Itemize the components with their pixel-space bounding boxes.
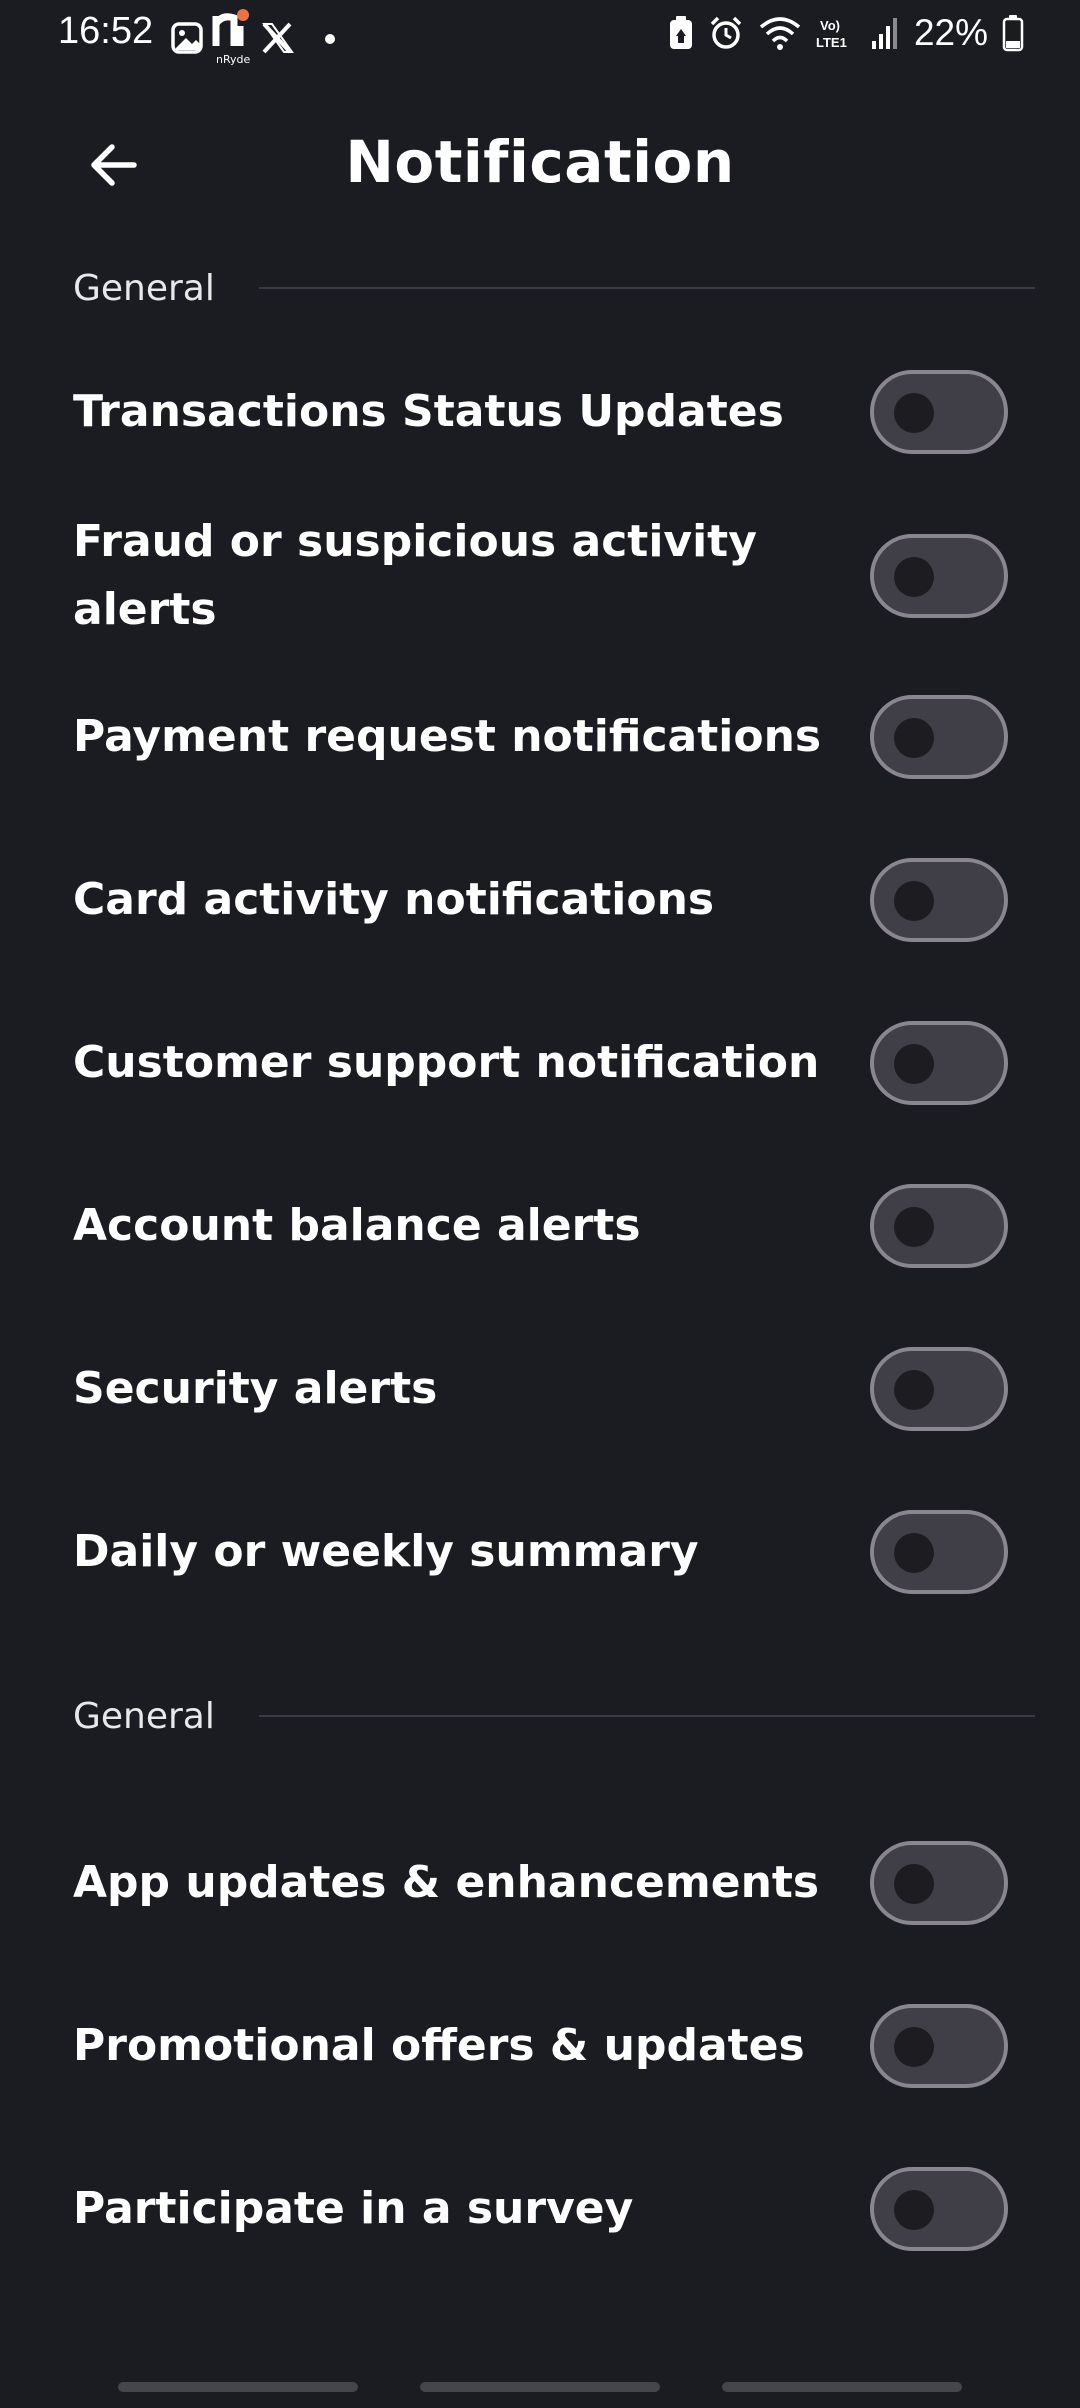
- status-bar: 16:52 nRyde Vo) LTE1 22%: [0, 0, 1080, 70]
- svg-text:LTE1: LTE1: [816, 35, 847, 50]
- toggle-knob: [894, 1533, 934, 1573]
- section-header-general: General: [73, 258, 1035, 318]
- nryde-app-icon: nRyde: [212, 9, 251, 66]
- section-label: General: [73, 1695, 215, 1737]
- setting-label: Card activity notifications: [73, 874, 715, 925]
- setting-row-fraud-alerts: Fraud or suspicious activity alerts: [73, 508, 1008, 644]
- setting-label: Promotional offers & updates: [73, 2020, 805, 2071]
- setting-label: App updates & enhancements: [73, 1857, 820, 1908]
- toggle-participate-survey[interactable]: [870, 2167, 1008, 2251]
- gallery-icon: [171, 22, 203, 54]
- setting-row-daily-weekly-summary: Daily or weekly summary: [73, 1509, 1008, 1595]
- section-header-general-2: General: [73, 1686, 1035, 1746]
- setting-label: Fraud or suspicious activity alerts: [73, 516, 757, 635]
- toggle-knob: [894, 393, 934, 433]
- x-app-icon: [262, 22, 294, 54]
- setting-label: Participate in a survey: [73, 2183, 634, 2234]
- bottom-indicator-right: [722, 2382, 962, 2392]
- volte-icon: Vo) LTE1: [816, 18, 847, 50]
- toggle-customer-support-notification[interactable]: [870, 1021, 1008, 1105]
- bottom-indicator-left: [118, 2382, 358, 2392]
- section-divider: [258, 1715, 1035, 1717]
- setting-row-transactions-status-updates: Transactions Status Updates: [73, 369, 1008, 455]
- toggle-transactions-status-updates[interactable]: [870, 370, 1008, 454]
- toggle-promotional-offers[interactable]: [870, 2004, 1008, 2088]
- nryde-caption: nRyde: [216, 53, 251, 66]
- section-label: General: [73, 267, 215, 309]
- battery-saver-icon: [669, 16, 692, 49]
- wifi-icon: [759, 17, 801, 50]
- setting-label: Daily or weekly summary: [73, 1526, 699, 1577]
- page-title: Notification: [345, 128, 735, 196]
- toggle-fraud-alerts[interactable]: [870, 534, 1008, 618]
- toggle-knob: [894, 1044, 934, 1084]
- toggle-knob: [894, 1370, 934, 1410]
- header: Notification: [0, 110, 1080, 220]
- setting-row-customer-support-notification: Customer support notification: [73, 1020, 1008, 1106]
- battery-icon: [1002, 15, 1024, 52]
- bottom-indicator-center: [420, 2382, 660, 2392]
- signal-icon: [871, 18, 897, 49]
- toggle-app-updates[interactable]: [870, 1841, 1008, 1925]
- setting-row-account-balance-alerts: Account balance alerts: [73, 1183, 1008, 1269]
- section-divider: [258, 287, 1035, 289]
- setting-label: Customer support notification: [73, 1037, 820, 1088]
- toggle-security-alerts[interactable]: [870, 1347, 1008, 1431]
- notification-screen: 16:52 nRyde Vo) LTE1 22% Notification Ge…: [0, 0, 1080, 2408]
- toggle-knob: [894, 1207, 934, 1247]
- dot-icon: [325, 34, 335, 44]
- toggle-payment-request-notifications[interactable]: [870, 695, 1008, 779]
- toggle-daily-weekly-summary[interactable]: [870, 1510, 1008, 1594]
- toggle-knob: [894, 718, 934, 758]
- setting-label: Transactions Status Updates: [73, 386, 784, 437]
- toggle-card-activity-notifications[interactable]: [870, 858, 1008, 942]
- status-time: 16:52: [58, 10, 154, 52]
- toggle-knob: [894, 557, 934, 597]
- toggle-knob: [894, 2027, 934, 2067]
- setting-label: Account balance alerts: [73, 1200, 641, 1251]
- toggle-knob: [894, 1864, 934, 1904]
- toggle-knob: [894, 881, 934, 921]
- status-left-icons: nRyde: [171, 9, 335, 66]
- setting-row-promotional-offers: Promotional offers & updates: [73, 2003, 1008, 2089]
- setting-row-card-activity-notifications: Card activity notifications: [73, 857, 1008, 943]
- battery-percentage: 22%: [913, 12, 988, 53]
- setting-row-participate-survey: Participate in a survey: [73, 2166, 1008, 2252]
- status-right-icons: Vo) LTE1 22%: [668, 12, 1024, 54]
- setting-row-app-updates: App updates & enhancements: [73, 1840, 1008, 1926]
- setting-label: Security alerts: [73, 1363, 438, 1414]
- alarm-icon: [710, 16, 742, 49]
- toggle-knob: [894, 2190, 934, 2230]
- setting-row-payment-request-notifications: Payment request notifications: [73, 694, 1008, 780]
- setting-row-security-alerts: Security alerts: [73, 1346, 1008, 1432]
- toggle-account-balance-alerts[interactable]: [870, 1184, 1008, 1268]
- setting-label: Payment request notifications: [73, 711, 822, 762]
- svg-text:Vo): Vo): [820, 18, 840, 33]
